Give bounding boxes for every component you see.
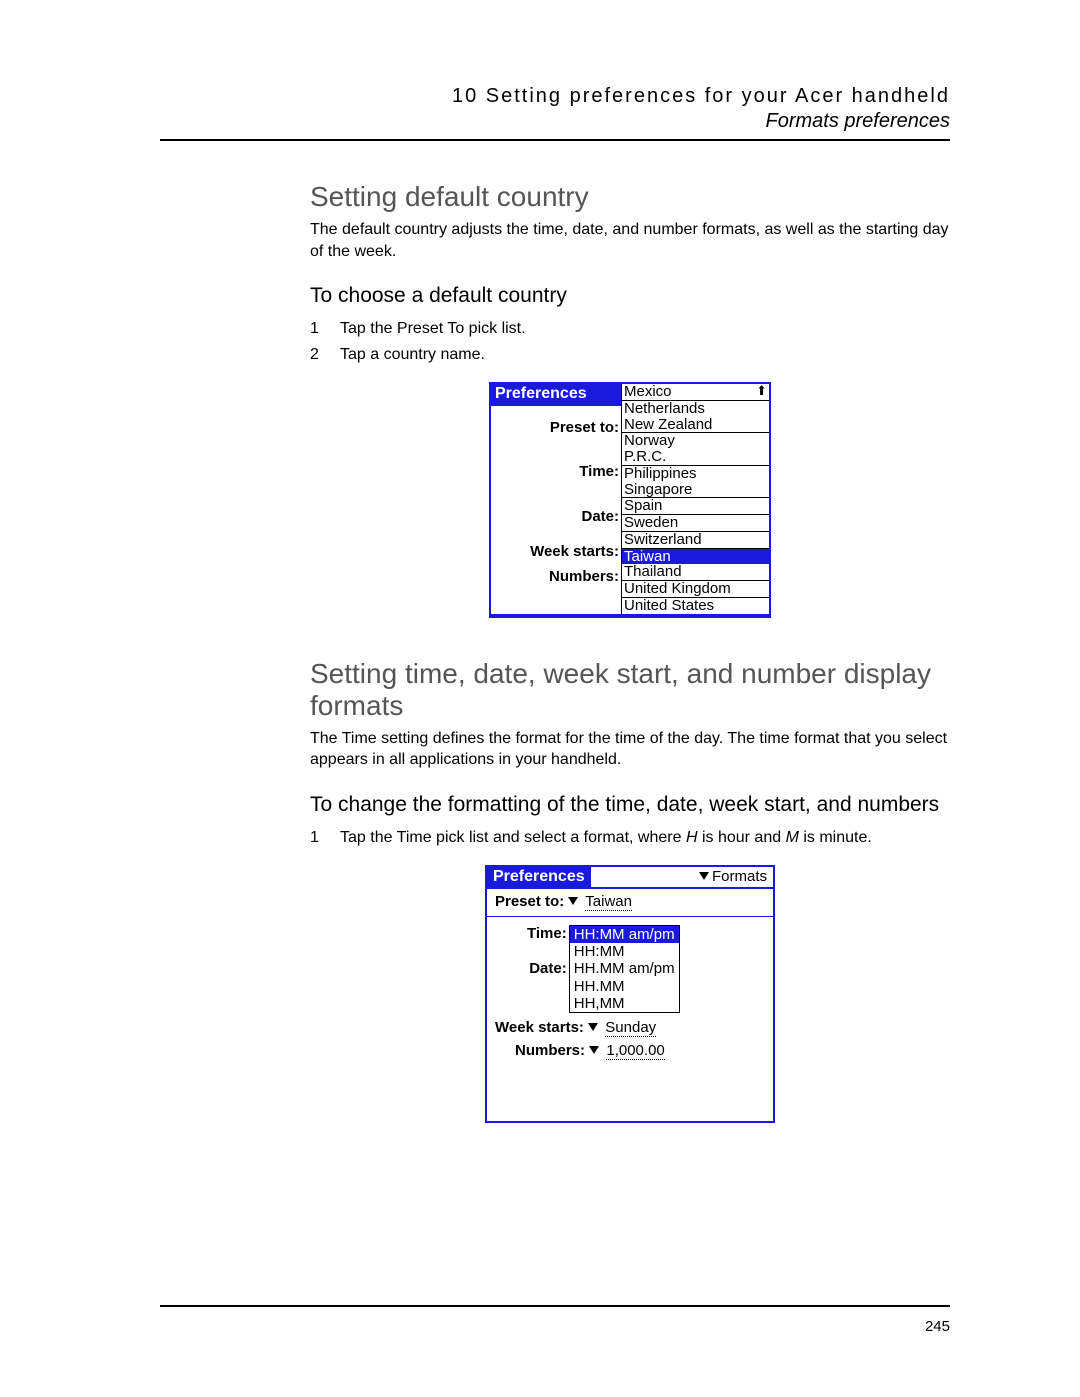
time-date-labels: Time: Date:	[527, 925, 567, 1013]
country-option[interactable]: Sweden	[622, 515, 769, 532]
step-number: 1	[310, 320, 340, 338]
step-item: 2 Tap a country name.	[310, 346, 950, 364]
header-rule	[160, 139, 950, 141]
preset-row[interactable]: Preset to: Taiwan	[487, 889, 773, 912]
formats-menu[interactable]: Formats	[699, 868, 773, 885]
country-picklist[interactable]: Mexico⬆NetherlandsNew ZealandNorwayP.R.C…	[621, 384, 769, 614]
country-option[interactable]: United States	[622, 598, 769, 614]
dropdown-icon	[589, 1046, 599, 1054]
step-text: Tap a country name.	[340, 346, 485, 364]
para-time-setting: The Time setting defines the format for …	[310, 728, 950, 771]
country-option[interactable]: Norway	[622, 433, 769, 449]
country-option[interactable]: Netherlands	[622, 401, 769, 417]
step-item: 1 Tap the Preset To pick list.	[310, 320, 950, 338]
header-section: Formats preferences	[160, 110, 950, 133]
country-option[interactable]: Mexico⬆	[622, 384, 769, 401]
country-option[interactable]: New Zealand	[622, 417, 769, 434]
step-number: 2	[310, 346, 340, 364]
device-screenshot-formats: Preferences Formats Preset to: Taiwan Ti…	[485, 865, 775, 1123]
header-chapter: 10 Setting preferences for your Acer han…	[160, 85, 950, 108]
country-option[interactable]: Thailand	[622, 564, 769, 581]
steps-list-1: 1 Tap the Preset To pick list. 2 Tap a c…	[310, 320, 950, 364]
time-format-option[interactable]: HH:MM am/pm	[570, 926, 679, 943]
numbers-row[interactable]: Numbers: 1,000.00	[487, 1038, 773, 1061]
label-time: Time:	[491, 450, 621, 494]
footer-rule	[160, 1305, 950, 1307]
time-format-option[interactable]: HH.MM	[570, 978, 679, 995]
dropdown-icon	[588, 1023, 598, 1031]
label-date: Date:	[491, 495, 621, 539]
heading-setting-default-country: Setting default country	[310, 181, 950, 213]
country-option[interactable]: United Kingdom	[622, 581, 769, 598]
subheading-change-formatting: To change the formatting of the time, da…	[310, 793, 950, 817]
scroll-up-icon[interactable]: ⬆	[756, 384, 767, 398]
step-text: Tap the Time pick list and select a form…	[340, 829, 872, 847]
subheading-choose-default-country: To choose a default country	[310, 284, 950, 308]
country-option[interactable]: Philippines	[622, 466, 769, 482]
step-item: 1 Tap the Time pick list and select a fo…	[310, 829, 950, 847]
country-option[interactable]: Spain	[622, 498, 769, 515]
country-option[interactable]: Singapore	[622, 482, 769, 499]
country-option[interactable]: Taiwan	[622, 549, 769, 565]
device-title-bar: Preferences	[487, 867, 591, 887]
time-format-option[interactable]: HH,MM	[570, 995, 679, 1012]
country-option[interactable]: Switzerland	[622, 532, 769, 549]
country-option[interactable]: P.R.C.	[622, 449, 769, 466]
steps-list-2: 1 Tap the Time pick list and select a fo…	[310, 829, 950, 847]
divider	[487, 916, 773, 917]
time-format-option[interactable]: HH.MM am/pm	[570, 960, 679, 977]
week-starts-row[interactable]: Week starts: Sunday	[487, 1015, 773, 1038]
step-text: Tap the Preset To pick list.	[340, 320, 526, 338]
step-number: 1	[310, 829, 340, 847]
label-numbers: Numbers:	[491, 564, 621, 590]
heading-setting-formats: Setting time, date, week start, and numb…	[310, 658, 950, 722]
time-format-option[interactable]: HH:MM	[570, 943, 679, 960]
time-format-picklist[interactable]: HH:MM am/pmHH:MMHH.MM am/pmHH.MMHH,MM	[569, 925, 680, 1013]
page-number: 245	[925, 1318, 950, 1335]
label-week-starts: Week starts:	[491, 539, 621, 565]
para-default-country: The default country adjusts the time, da…	[310, 219, 950, 262]
page-header: 10 Setting preferences for your Acer han…	[160, 85, 950, 133]
dropdown-icon	[568, 897, 578, 905]
device-screenshot-country-list: Preferences Preset to: Time: Date: Week …	[489, 382, 771, 618]
dropdown-icon	[699, 872, 709, 880]
device-title-bar: Preferences	[491, 384, 621, 406]
label-preset-to: Preset to:	[491, 406, 621, 450]
